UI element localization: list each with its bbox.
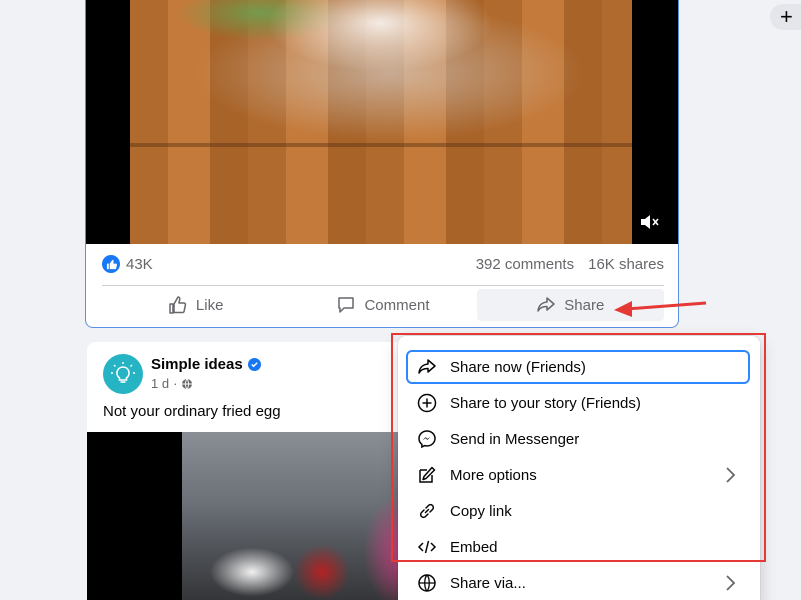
globe-icon — [416, 572, 438, 594]
like-reaction-icon[interactable] — [102, 255, 120, 273]
menu-item-label: Share now (Friends) — [450, 358, 586, 376]
messenger-icon — [416, 428, 438, 450]
copy-link-item[interactable]: Copy link — [406, 494, 750, 528]
post-card: 43K 392 comments 16K shares Like Comment… — [85, 0, 679, 328]
add-circle-icon — [416, 392, 438, 414]
like-button[interactable]: Like — [102, 289, 289, 321]
like-label: Like — [195, 296, 224, 314]
post-time[interactable]: 1 d — [151, 376, 169, 391]
lightbulb-icon — [111, 362, 135, 383]
share-arrow-icon — [537, 297, 556, 312]
divider — [102, 285, 664, 286]
more-options-item[interactable]: More options — [406, 458, 750, 492]
shares-count[interactable]: 16K shares — [588, 256, 664, 273]
video-frame[interactable] — [130, 0, 632, 244]
author-name[interactable]: Simple ideas — [151, 356, 243, 373]
comment-icon — [338, 297, 355, 313]
comments-count[interactable]: 392 comments — [476, 256, 574, 273]
post-meta: 1 d · — [151, 376, 193, 391]
mute-icon[interactable] — [637, 211, 663, 233]
share-via-item[interactable]: Share via... — [406, 566, 750, 600]
verified-badge-icon — [247, 358, 261, 371]
avatar[interactable] — [103, 354, 143, 394]
comment-button[interactable]: Comment — [289, 289, 476, 321]
comment-label: Comment — [364, 296, 430, 314]
menu-item-label: Share to your story (Friends) — [450, 394, 641, 412]
menu-item-label: Embed — [450, 538, 498, 556]
menu-item-label: Share via... — [450, 574, 526, 592]
chevron-right-icon — [724, 466, 736, 488]
post-caption: Not your ordinary fried egg — [103, 403, 281, 420]
globe-icon — [182, 378, 193, 389]
plus-icon[interactable]: + — [770, 4, 801, 30]
send-in-messenger-item[interactable]: Send in Messenger — [406, 422, 750, 456]
annotation-arrow-icon — [614, 301, 707, 317]
chevron-right-icon — [724, 574, 736, 596]
separator-dot: · — [173, 376, 178, 391]
reaction-stats: 43K 392 comments 16K shares — [102, 252, 664, 276]
edit-icon — [416, 464, 438, 486]
menu-item-label: Send in Messenger — [450, 430, 580, 448]
embed-item[interactable]: Embed — [406, 530, 750, 564]
reactions-count[interactable]: 43K — [126, 256, 153, 273]
menu-item-label: Copy link — [450, 502, 512, 520]
video-player[interactable] — [86, 0, 678, 244]
link-icon — [416, 500, 438, 522]
share-to-story-item[interactable]: Share to your story (Friends) — [406, 386, 750, 420]
author-row: Simple ideas — [151, 356, 261, 373]
post-actions: Like Comment Share — [102, 289, 664, 321]
menu-item-label: More options — [450, 466, 537, 484]
thumbs-up-icon — [169, 296, 187, 314]
share-menu: Share now (Friends) Share to your story … — [398, 336, 760, 600]
share-arrow-icon — [416, 356, 438, 378]
code-icon — [416, 536, 438, 558]
share-label: Share — [564, 296, 605, 314]
share-now-item[interactable]: Share now (Friends) — [406, 350, 750, 384]
